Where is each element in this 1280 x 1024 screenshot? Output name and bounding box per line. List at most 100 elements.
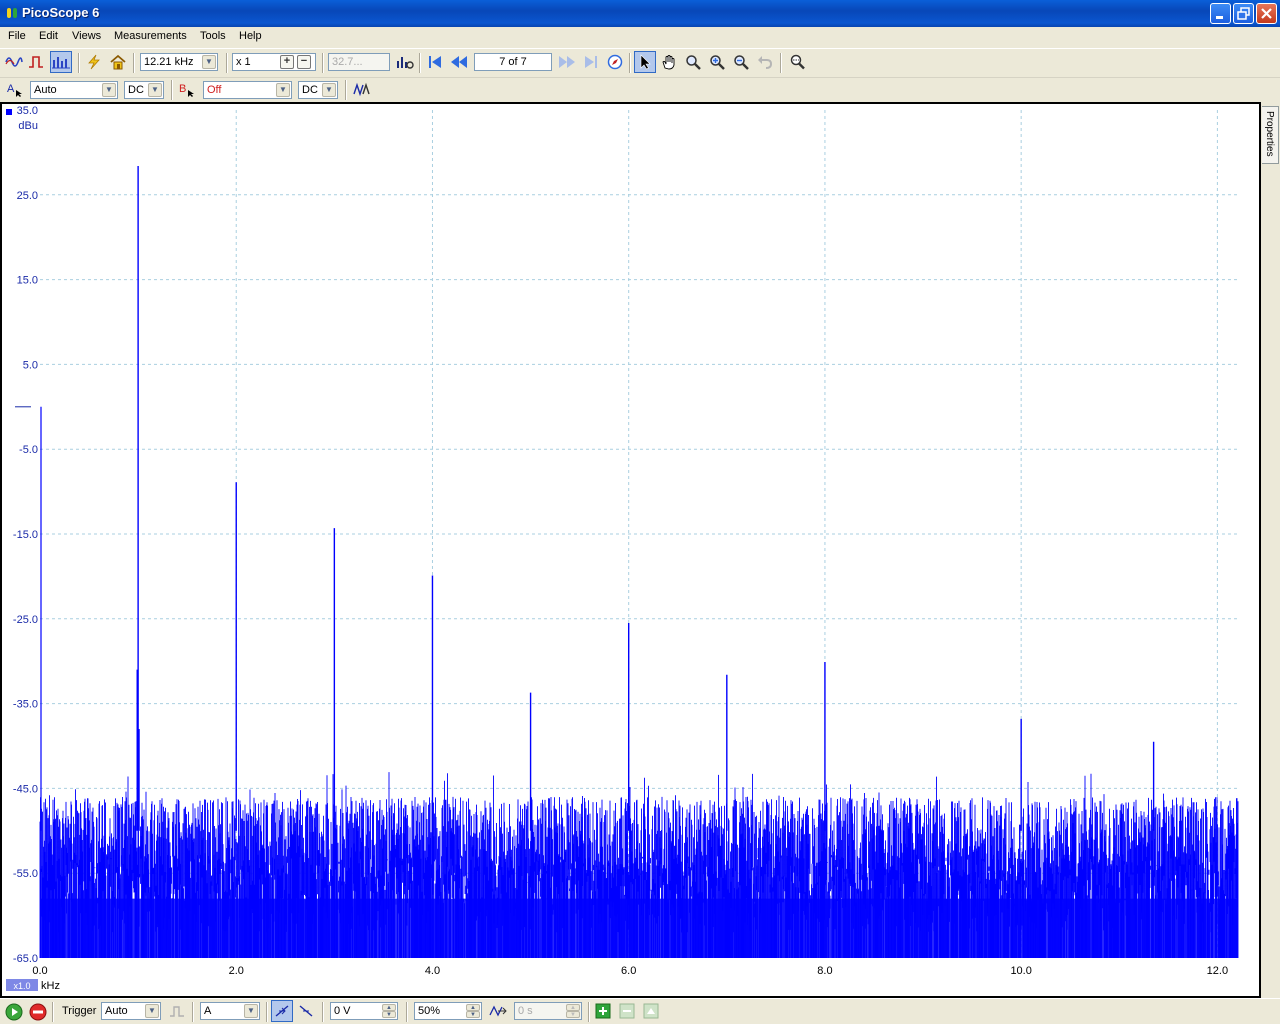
advanced-trigger-button[interactable] <box>166 1000 188 1022</box>
frequency-value: 12.21 kHz <box>144 56 194 68</box>
trigger-mode-select[interactable]: Auto ▼ <box>101 1002 161 1020</box>
spin-up-icon[interactable]: ▲ <box>466 1004 480 1011</box>
chevron-down-icon: ▼ <box>145 1004 159 1018</box>
y-axis-tick-label: -55.0 <box>13 868 38 880</box>
channel-a-coupling-select[interactable]: DC ▼ <box>124 81 164 99</box>
menu-edit[interactable]: Edit <box>39 30 58 42</box>
capture-count-value: 32.7... <box>332 56 363 68</box>
stop-button[interactable] <box>27 1001 49 1023</box>
persistence-mode-button[interactable] <box>26 51 48 73</box>
zoom-to-fit-button[interactable] <box>786 51 808 73</box>
x-axis-tick-label: 12.0 <box>1207 965 1228 977</box>
trigger-pulse-icon <box>170 1006 184 1017</box>
hand-tool-button[interactable] <box>658 51 680 73</box>
spectrum-options-button[interactable] <box>394 51 416 73</box>
maximize-button[interactable] <box>1233 3 1254 24</box>
advanced-options-button[interactable] <box>351 79 373 101</box>
chevron-down-icon: ▼ <box>102 83 116 97</box>
channel-options-icon[interactable] <box>187 89 196 98</box>
frequency-select[interactable]: 12.21 kHz ▼ <box>140 53 218 71</box>
trigger-source-select[interactable]: A ▼ <box>200 1002 260 1020</box>
spectrum-mode-button[interactable] <box>50 51 72 73</box>
channel-options-icon[interactable] <box>15 89 24 98</box>
menu-help[interactable]: Help <box>239 30 262 42</box>
zoom-tool-button[interactable] <box>682 51 704 73</box>
chevron-down-icon: ▼ <box>148 83 162 97</box>
y-axis-tick-label: -5.0 <box>19 444 38 456</box>
spectrum-options-icon <box>397 57 414 69</box>
pre-trigger-field[interactable]: 50% ▲ ▼ <box>414 1002 482 1020</box>
select-tool-button[interactable] <box>634 51 656 73</box>
previous-buffer-button[interactable] <box>448 51 470 73</box>
toolbar-separator <box>780 53 782 73</box>
minimize-button[interactable] <box>1210 3 1231 24</box>
toolbar-separator <box>588 1002 590 1022</box>
add-icon <box>595 1003 611 1019</box>
fast-forward-icon <box>559 56 575 68</box>
spectrum-view[interactable]: 35.0 25.0 15.0 5.0 -5.0 -15.0 -25.0 -35.0 -45.0 -… <box>0 102 1261 998</box>
toolbar-separator <box>419 53 421 73</box>
y-axis-tick-label: 15.0 <box>17 275 38 287</box>
spectrum-plot[interactable]: 35.0 25.0 15.0 5.0 -5.0 -15.0 -25.0 -35.0 -45.0 -… <box>2 104 1259 996</box>
spin-up-icon[interactable]: ▲ <box>382 1004 396 1011</box>
y-axis-tick-label: 35.0 <box>17 105 38 117</box>
signal-generator-button[interactable] <box>83 51 105 73</box>
buffer-position-field[interactable]: 7 of 7 <box>474 53 552 71</box>
channel-a-range-value: Auto <box>34 84 57 96</box>
scope-mode-button[interactable] <box>3 51 25 73</box>
properties-tab[interactable]: Properties <box>1262 106 1279 164</box>
zoom-out-icon <box>734 55 749 70</box>
channel-b-range-select[interactable]: Off ▼ <box>203 81 292 99</box>
toolbar-separator <box>78 53 80 73</box>
channel-b-coupling-select[interactable]: DC ▼ <box>298 81 338 99</box>
channel-b-coupling-value: DC <box>302 84 318 96</box>
rising-edge-button[interactable] <box>271 1000 293 1022</box>
spin-down-icon[interactable]: ▼ <box>382 1011 396 1018</box>
trigger-mode-value: Auto <box>105 1005 128 1017</box>
post-trigger-delay-button[interactable] <box>487 1000 509 1022</box>
close-button[interactable] <box>1256 3 1277 24</box>
toolbar-separator <box>226 53 228 73</box>
picoscope-app-icon <box>7 8 17 18</box>
main-toolbar: 12.21 kHz ▼ x 1 + − 32.7... 7 of 7 <box>0 48 1280 76</box>
channel-a-range-select[interactable]: Auto ▼ <box>30 81 118 99</box>
undo-icon <box>758 56 773 69</box>
spin-down-icon[interactable]: ▼ <box>466 1011 480 1018</box>
spectrum-bars-icon <box>52 57 70 69</box>
first-buffer-button[interactable] <box>424 51 446 73</box>
zoom-in-button[interactable] <box>706 51 728 73</box>
spin-down-icon[interactable]: ▼ <box>566 1011 580 1018</box>
start-button[interactable] <box>3 1001 25 1023</box>
buffer-position-value: 7 of 7 <box>499 56 527 68</box>
menu-views[interactable]: Views <box>72 30 101 42</box>
buffer-navigator-button[interactable] <box>604 51 626 73</box>
play-icon <box>5 1003 23 1021</box>
toolbar-separator <box>171 80 173 100</box>
menu-file[interactable]: File <box>8 30 26 42</box>
home-button[interactable] <box>107 51 129 73</box>
next-buffer-button[interactable] <box>556 51 578 73</box>
capture-count-field[interactable]: 32.7... <box>328 53 390 71</box>
spin-up-icon[interactable]: ▲ <box>566 1004 580 1011</box>
edit-measurement-button[interactable] <box>616 1000 638 1022</box>
last-buffer-button[interactable] <box>580 51 602 73</box>
add-measurement-button[interactable] <box>592 1000 614 1022</box>
zoom-out-button[interactable] <box>730 51 752 73</box>
falling-edge-button[interactable] <box>295 1000 317 1022</box>
x-axis-tick-label: 0.0 <box>32 965 47 977</box>
zoom-out-minus-button[interactable]: − <box>297 55 311 69</box>
series-color-marker <box>6 109 12 115</box>
menu-measurements[interactable]: Measurements <box>114 30 187 42</box>
delay-field[interactable]: 0 s ▲ ▼ <box>514 1002 582 1020</box>
channel-a-coupling-value: DC <box>128 84 144 96</box>
y-axis-tick-label: 5.0 <box>23 359 38 371</box>
zoom-in-plus-button[interactable]: + <box>280 55 294 69</box>
trigger-label: Trigger <box>62 1005 97 1017</box>
threshold-field[interactable]: 0 V ▲ ▼ <box>330 1002 398 1020</box>
properties-tab-label: Properties <box>1264 111 1275 157</box>
delete-measurement-button[interactable] <box>640 1000 662 1022</box>
menu-tools[interactable]: Tools <box>200 30 226 42</box>
compass-icon <box>607 54 623 70</box>
toolbar-separator <box>345 80 347 100</box>
undo-zoom-button[interactable] <box>754 51 776 73</box>
